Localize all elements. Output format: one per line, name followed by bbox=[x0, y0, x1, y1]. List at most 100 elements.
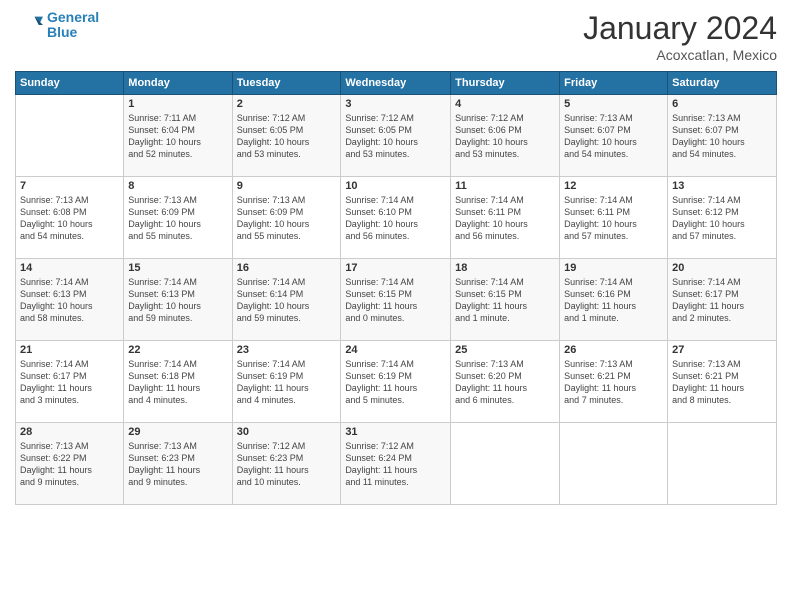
day-number: 20 bbox=[672, 262, 772, 274]
day-cell: 22Sunrise: 7:14 AM Sunset: 6:18 PM Dayli… bbox=[124, 341, 232, 423]
day-info: Sunrise: 7:14 AM Sunset: 6:19 PM Dayligh… bbox=[345, 358, 446, 407]
day-number: 27 bbox=[672, 344, 772, 356]
day-cell bbox=[16, 95, 124, 177]
logo-general: General bbox=[47, 9, 99, 25]
day-number: 8 bbox=[128, 180, 227, 192]
day-info: Sunrise: 7:13 AM Sunset: 6:23 PM Dayligh… bbox=[128, 440, 227, 489]
day-number: 21 bbox=[20, 344, 119, 356]
day-cell: 17 Sunrise: 7:14 AM Sunset: 6:15 PM Dayli… bbox=[341, 259, 451, 341]
day-cell: 14 Sunrise: 7:14 AM Sunset: 6:13 PM Dayli… bbox=[16, 259, 124, 341]
day-cell: 13 Sunrise: 7:14 AM Sunset: 6:12 PM Dayli… bbox=[668, 177, 777, 259]
day-info: Sunrise: 7:12 AM Sunset: 6:05 PM Dayligh… bbox=[237, 112, 337, 161]
day-info: Sunrise: 7:13 AM Sunset: 6:07 PM Dayligh… bbox=[564, 112, 663, 161]
day-info: Sunrise: 7:13 AM Sunset: 6:21 PM Dayligh… bbox=[672, 358, 772, 407]
day-number: 12 bbox=[564, 180, 663, 192]
day-info: Sunrise: 7:14 AM Sunset: 6:15 PM Dayligh… bbox=[455, 276, 555, 325]
day-number: 5 bbox=[564, 98, 663, 110]
day-info: Sunrise: 7:14 AM Sunset: 6:13 PM Dayligh… bbox=[20, 276, 119, 325]
calendar: SundayMondayTuesdayWednesdayThursdayFrid… bbox=[15, 71, 777, 505]
day-cell: 12 Sunrise: 7:14 AM Sunset: 6:11 PM Dayli… bbox=[560, 177, 668, 259]
day-cell: 3 Sunrise: 7:12 AM Sunset: 6:05 PM Daylig… bbox=[341, 95, 451, 177]
day-info: Sunrise: 7:14 AM Sunset: 6:19 PM Dayligh… bbox=[237, 358, 337, 407]
day-cell: 31 Sunrise: 7:12 AM Sunset: 6:24 PM Dayli… bbox=[341, 423, 451, 505]
day-cell bbox=[451, 423, 560, 505]
day-info: Sunrise: 7:12 AM Sunset: 6:05 PM Dayligh… bbox=[345, 112, 446, 161]
header-wednesday: Wednesday bbox=[341, 72, 451, 95]
logo-icon bbox=[15, 11, 43, 39]
week-row-1: 1 Sunrise: 7:11 AM Sunset: 6:04 PM Daylig… bbox=[16, 95, 777, 177]
day-number: 16 bbox=[237, 262, 337, 274]
day-cell bbox=[668, 423, 777, 505]
day-number: 13 bbox=[672, 180, 772, 192]
day-info: Sunrise: 7:14 AM Sunset: 6:15 PM Dayligh… bbox=[345, 276, 446, 325]
day-number: 19 bbox=[564, 262, 663, 274]
day-cell: 23 Sunrise: 7:14 AM Sunset: 6:19 PM Dayli… bbox=[232, 341, 341, 423]
header-saturday: Saturday bbox=[668, 72, 777, 95]
day-number: 25 bbox=[455, 344, 555, 356]
logo-text: General Blue bbox=[47, 10, 99, 41]
day-number: 18 bbox=[455, 262, 555, 274]
day-info: Sunrise: 7:12 AM Sunset: 6:06 PM Dayligh… bbox=[455, 112, 555, 161]
day-number: 30 bbox=[237, 426, 337, 438]
day-cell: 20 Sunrise: 7:14 AM Sunset: 6:17 PM Dayli… bbox=[668, 259, 777, 341]
day-info: Sunrise: 7:13 AM Sunset: 6:07 PM Dayligh… bbox=[672, 112, 772, 161]
week-row-3: 14 Sunrise: 7:14 AM Sunset: 6:13 PM Dayli… bbox=[16, 259, 777, 341]
day-number: 15 bbox=[128, 262, 227, 274]
day-cell: 2 Sunrise: 7:12 AM Sunset: 6:05 PM Daylig… bbox=[232, 95, 341, 177]
title-area: January 2024 Acoxcatlan, Mexico bbox=[583, 10, 777, 63]
calendar-header-row: SundayMondayTuesdayWednesdayThursdayFrid… bbox=[16, 72, 777, 95]
day-cell: 5 Sunrise: 7:13 AM Sunset: 6:07 PM Daylig… bbox=[560, 95, 668, 177]
day-info: Sunrise: 7:12 AM Sunset: 6:23 PM Dayligh… bbox=[237, 440, 337, 489]
location: Acoxcatlan, Mexico bbox=[583, 47, 777, 63]
header-tuesday: Tuesday bbox=[232, 72, 341, 95]
logo: General Blue bbox=[15, 10, 99, 41]
day-info: Sunrise: 7:13 AM Sunset: 6:21 PM Dayligh… bbox=[564, 358, 663, 407]
day-info: Sunrise: 7:14 AM Sunset: 6:14 PM Dayligh… bbox=[237, 276, 337, 325]
day-info: Sunrise: 7:14 AM Sunset: 6:18 PM Dayligh… bbox=[128, 358, 227, 407]
day-cell: 15 Sunrise: 7:14 AM Sunset: 6:13 PM Dayli… bbox=[124, 259, 232, 341]
day-info: Sunrise: 7:13 AM Sunset: 6:22 PM Dayligh… bbox=[20, 440, 119, 489]
day-number: 11 bbox=[455, 180, 555, 192]
week-row-5: 28Sunrise: 7:13 AM Sunset: 6:22 PM Dayli… bbox=[16, 423, 777, 505]
month-title: January 2024 bbox=[583, 10, 777, 47]
day-cell: 26 Sunrise: 7:13 AM Sunset: 6:21 PM Dayli… bbox=[560, 341, 668, 423]
day-cell: 25 Sunrise: 7:13 AM Sunset: 6:20 PM Dayli… bbox=[451, 341, 560, 423]
day-info: Sunrise: 7:14 AM Sunset: 6:13 PM Dayligh… bbox=[128, 276, 227, 325]
day-cell: 10 Sunrise: 7:14 AM Sunset: 6:10 PM Dayli… bbox=[341, 177, 451, 259]
day-cell: 24 Sunrise: 7:14 AM Sunset: 6:19 PM Dayli… bbox=[341, 341, 451, 423]
day-number: 1 bbox=[128, 98, 227, 110]
header-friday: Friday bbox=[560, 72, 668, 95]
day-info: Sunrise: 7:14 AM Sunset: 6:10 PM Dayligh… bbox=[345, 194, 446, 243]
day-number: 24 bbox=[345, 344, 446, 356]
day-cell: 6Sunrise: 7:13 AM Sunset: 6:07 PM Daylig… bbox=[668, 95, 777, 177]
day-number: 3 bbox=[345, 98, 446, 110]
day-number: 31 bbox=[345, 426, 446, 438]
day-number: 4 bbox=[455, 98, 555, 110]
day-number: 2 bbox=[237, 98, 337, 110]
day-cell: 9Sunrise: 7:13 AM Sunset: 6:09 PM Daylig… bbox=[232, 177, 341, 259]
day-number: 23 bbox=[237, 344, 337, 356]
day-info: Sunrise: 7:11 AM Sunset: 6:04 PM Dayligh… bbox=[128, 112, 227, 161]
day-info: Sunrise: 7:14 AM Sunset: 6:17 PM Dayligh… bbox=[672, 276, 772, 325]
day-info: Sunrise: 7:14 AM Sunset: 6:12 PM Dayligh… bbox=[672, 194, 772, 243]
day-cell: 30 Sunrise: 7:12 AM Sunset: 6:23 PM Dayli… bbox=[232, 423, 341, 505]
day-number: 10 bbox=[345, 180, 446, 192]
day-number: 26 bbox=[564, 344, 663, 356]
day-info: Sunrise: 7:14 AM Sunset: 6:17 PM Dayligh… bbox=[20, 358, 119, 407]
day-number: 9 bbox=[237, 180, 337, 192]
day-cell: 7Sunrise: 7:13 AM Sunset: 6:08 PM Daylig… bbox=[16, 177, 124, 259]
day-cell: 16 Sunrise: 7:14 AM Sunset: 6:14 PM Dayli… bbox=[232, 259, 341, 341]
day-info: Sunrise: 7:13 AM Sunset: 6:20 PM Dayligh… bbox=[455, 358, 555, 407]
day-number: 29 bbox=[128, 426, 227, 438]
day-info: Sunrise: 7:14 AM Sunset: 6:11 PM Dayligh… bbox=[564, 194, 663, 243]
day-info: Sunrise: 7:12 AM Sunset: 6:24 PM Dayligh… bbox=[345, 440, 446, 489]
day-cell: 27 Sunrise: 7:13 AM Sunset: 6:21 PM Dayli… bbox=[668, 341, 777, 423]
day-number: 14 bbox=[20, 262, 119, 274]
day-info: Sunrise: 7:14 AM Sunset: 6:16 PM Dayligh… bbox=[564, 276, 663, 325]
header: General Blue January 2024 Acoxcatlan, Me… bbox=[15, 10, 777, 63]
day-info: Sunrise: 7:13 AM Sunset: 6:09 PM Dayligh… bbox=[128, 194, 227, 243]
day-cell: 19 Sunrise: 7:14 AM Sunset: 6:16 PM Dayli… bbox=[560, 259, 668, 341]
page: General Blue January 2024 Acoxcatlan, Me… bbox=[0, 0, 792, 612]
day-number: 17 bbox=[345, 262, 446, 274]
day-info: Sunrise: 7:14 AM Sunset: 6:11 PM Dayligh… bbox=[455, 194, 555, 243]
